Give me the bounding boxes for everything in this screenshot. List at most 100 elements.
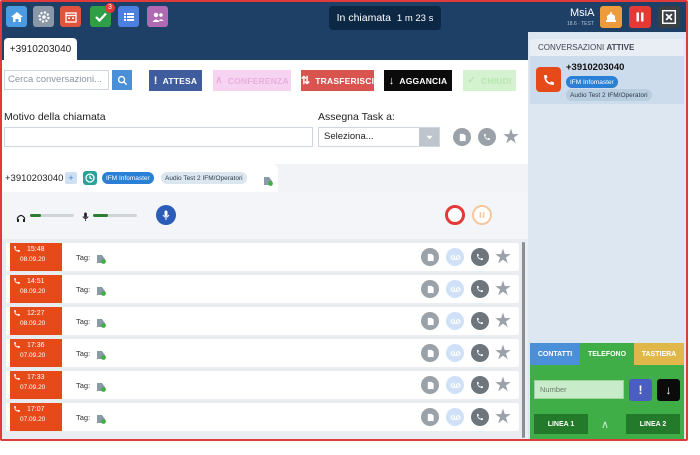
tag-add-icon[interactable] [96, 318, 106, 328]
merge-lines-icon[interactable]: ∧ [601, 418, 609, 431]
tab-contacts[interactable]: CONTATTI [530, 343, 580, 365]
record-button[interactable] [445, 205, 465, 225]
call-stamp: 14:51 08.09.20 [10, 275, 62, 303]
star-icon[interactable]: ★ [494, 279, 512, 299]
callback-icon[interactable] [478, 128, 496, 146]
reception-icon[interactable] [600, 6, 622, 28]
callback-icon[interactable] [471, 376, 489, 394]
contacts-icon[interactable] [147, 6, 168, 27]
list-item[interactable]: 12:27 08.09.20 Tag: ★ [6, 307, 519, 335]
conversation-company-pill: IFM Infomaster [566, 76, 618, 88]
document-icon[interactable] [421, 248, 439, 266]
voicemail-icon[interactable] [446, 408, 464, 426]
audio-controls [2, 192, 528, 239]
conversation-number: +3910203040 [566, 62, 625, 73]
phone-icon [536, 67, 561, 92]
headphone-volume-slider[interactable] [30, 214, 74, 217]
active-conversation-card[interactable]: +3910203040 IFM Infomaster Audio Test 2 … [530, 56, 684, 104]
callback-icon[interactable] [471, 280, 489, 298]
list-item[interactable]: 17:33 07.09.20 Tag: ★ [6, 371, 519, 399]
reason-input[interactable] [4, 127, 313, 147]
document-icon[interactable] [421, 312, 439, 330]
star-icon[interactable]: ★ [494, 311, 512, 331]
voicemail-icon[interactable] [446, 280, 464, 298]
hold-label: ATTESA [162, 75, 198, 86]
line-1-button[interactable]: LINEA 1 [534, 414, 588, 434]
search-button[interactable] [112, 70, 132, 90]
hold-small-button[interactable]: ! [629, 379, 652, 401]
call-status-label: In chiamata [336, 12, 391, 24]
tag-label: Tag: [76, 285, 91, 294]
call-stamp: 12:27 08.09.20 [10, 307, 62, 335]
tasks-icon[interactable]: 3 [90, 3, 115, 27]
voicemail-icon[interactable] [446, 376, 464, 394]
tag-add-icon[interactable] [96, 286, 106, 296]
list-item[interactable]: 15:48 08.09.20 Tag: ★ [6, 243, 519, 271]
tab-keypad[interactable]: TASTIERA [634, 343, 684, 365]
callback-icon[interactable] [471, 248, 489, 266]
tag-label: Tag: [76, 381, 91, 390]
close-conversation-button[interactable]: ✓ CHIUDI [463, 70, 516, 91]
hold-button[interactable]: ! ATTESA [149, 70, 202, 91]
add-contact-icon[interactable]: + [65, 172, 77, 184]
document-icon[interactable] [421, 408, 439, 426]
hangup-small-button[interactable]: ↓ [657, 379, 680, 401]
list-item[interactable]: 14:51 08.09.20 Tag: ★ [6, 275, 519, 303]
task-select[interactable]: Seleziona... [318, 127, 440, 147]
callback-icon[interactable] [471, 312, 489, 330]
star-icon[interactable]: ★ [502, 127, 520, 147]
tag-add-icon[interactable] [96, 414, 106, 424]
line-2-button[interactable]: LINEA 2 [626, 414, 680, 434]
document-icon[interactable] [453, 128, 471, 146]
tag-add-icon[interactable] [263, 173, 273, 191]
search-input[interactable]: Cerca conversazioni... [4, 70, 109, 90]
voicemail-icon[interactable] [446, 312, 464, 330]
pause-button[interactable] [629, 6, 651, 28]
callback-icon[interactable] [471, 408, 489, 426]
tab-active-conversation[interactable]: +3910203040 [4, 38, 77, 60]
app-window: 3 In chiamata 1 m 23 s MsiA 18.6 · TEST … [0, 0, 688, 441]
list-item[interactable]: 17:07 07.09.20 Tag: ★ [6, 403, 519, 431]
star-icon[interactable]: ★ [494, 247, 512, 267]
pause-record-button[interactable] [472, 205, 492, 225]
transfer-icon: ⇅ [300, 75, 311, 87]
queue-pill: Audio Test 2 IFM/Operatori [161, 172, 247, 184]
phone-icon [14, 278, 20, 284]
settings-icon[interactable] [33, 6, 54, 27]
history-icon[interactable] [83, 171, 97, 185]
star-icon[interactable]: ★ [494, 407, 512, 427]
tag-add-icon[interactable] [96, 254, 106, 264]
star-icon[interactable]: ★ [494, 343, 512, 363]
mute-mic-button[interactable] [156, 205, 176, 225]
history-scrollbar[interactable] [522, 242, 525, 438]
document-icon[interactable] [421, 376, 439, 394]
close-window-button[interactable] [658, 6, 680, 28]
list-item[interactable]: 17:36 07.09.20 Tag: ★ [6, 339, 519, 367]
number-input[interactable]: Number [534, 380, 624, 399]
call-time: 17:07 [27, 406, 45, 413]
tag-add-icon[interactable] [96, 382, 106, 392]
call-date: 08.09.20 [20, 320, 46, 327]
document-icon[interactable] [421, 344, 439, 362]
transfer-button[interactable]: ⇅ TRASFERISCI [301, 70, 374, 91]
call-stamp: 17:36 07.09.20 [10, 339, 62, 367]
headphone-volume-fill [30, 214, 41, 217]
document-icon[interactable] [421, 280, 439, 298]
conversation-tabs: +3910203040 [2, 32, 528, 60]
home-icon[interactable] [6, 6, 27, 27]
mic-volume-slider[interactable] [93, 214, 137, 217]
voicemail-icon[interactable] [446, 344, 464, 362]
voicemail-icon[interactable] [446, 248, 464, 266]
conference-button[interactable]: ∧ CONFERENZA [213, 70, 291, 91]
callback-icon[interactable] [471, 344, 489, 362]
call-duration: 1 m 23 s [396, 12, 434, 24]
hangup-button[interactable]: ↓ AGGANCIA [384, 70, 452, 91]
calendar-icon[interactable] [60, 6, 81, 27]
sidebar-heading-prefix: CONVERSAZIONI [538, 43, 605, 52]
star-icon[interactable]: ★ [494, 375, 512, 395]
search-icon [117, 75, 127, 85]
list-icon[interactable] [118, 6, 139, 27]
tag-label: Tag: [76, 413, 91, 422]
tab-phone[interactable]: TELEFONO [580, 343, 634, 365]
tag-add-icon[interactable] [96, 350, 106, 360]
